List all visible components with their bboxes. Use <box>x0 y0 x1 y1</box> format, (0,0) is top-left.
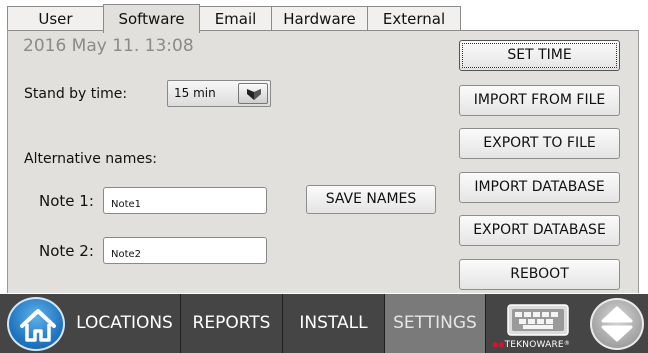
tab-bar: User Software Email Hardware External <box>0 0 648 33</box>
brand-name: TEKNOWARE <box>504 340 564 350</box>
save-names-button[interactable]: SAVE NAMES <box>306 185 436 214</box>
standby-label: Stand by time: <box>24 86 128 102</box>
tab-external[interactable]: External <box>367 6 461 33</box>
nav-divider <box>485 294 486 353</box>
import-from-file-button[interactable]: IMPORT FROM FILE <box>459 85 620 116</box>
keyboard-icon <box>507 304 569 336</box>
set-time-button[interactable]: SET TIME <box>459 40 620 71</box>
up-down-icon <box>601 306 633 342</box>
nav-locations[interactable]: LOCATIONS <box>70 294 179 353</box>
tab-user[interactable]: User <box>7 6 104 33</box>
tab-software[interactable]: Software <box>103 4 200 33</box>
alternative-names-heading: Alternative names: <box>24 151 157 167</box>
tab-hardware[interactable]: Hardware <box>271 6 368 33</box>
dropdown-arrow-button[interactable] <box>238 83 268 104</box>
tab-email[interactable]: Email <box>199 6 272 33</box>
current-datetime: 2016 May 11. 13:08 <box>23 36 194 56</box>
home-icon <box>20 309 56 342</box>
standby-select[interactable]: 15 min <box>167 80 271 107</box>
note2-label: Note 2: <box>39 242 94 260</box>
nav-settings[interactable]: SETTINGS <box>385 294 485 353</box>
note1-field[interactable] <box>103 187 267 214</box>
import-database-button[interactable]: IMPORT DATABASE <box>459 172 620 203</box>
up-down-button[interactable] <box>590 298 644 350</box>
nav-reports[interactable]: REPORTS <box>181 294 282 353</box>
brand-logo: ▪▪TEKNOWARE® <box>492 340 571 350</box>
standby-value: 15 min <box>174 86 216 100</box>
home-button[interactable] <box>7 297 65 351</box>
nav-install[interactable]: INSTALL <box>283 294 384 353</box>
export-to-file-button[interactable]: EXPORT TO FILE <box>459 128 620 159</box>
export-database-button[interactable]: EXPORT DATABASE <box>459 215 620 246</box>
chevron-down-icon <box>247 89 261 100</box>
reboot-button[interactable]: REBOOT <box>459 259 620 290</box>
note2-field[interactable] <box>103 237 267 264</box>
note1-label: Note 1: <box>39 192 94 210</box>
keyboard-button[interactable] <box>507 304 569 336</box>
